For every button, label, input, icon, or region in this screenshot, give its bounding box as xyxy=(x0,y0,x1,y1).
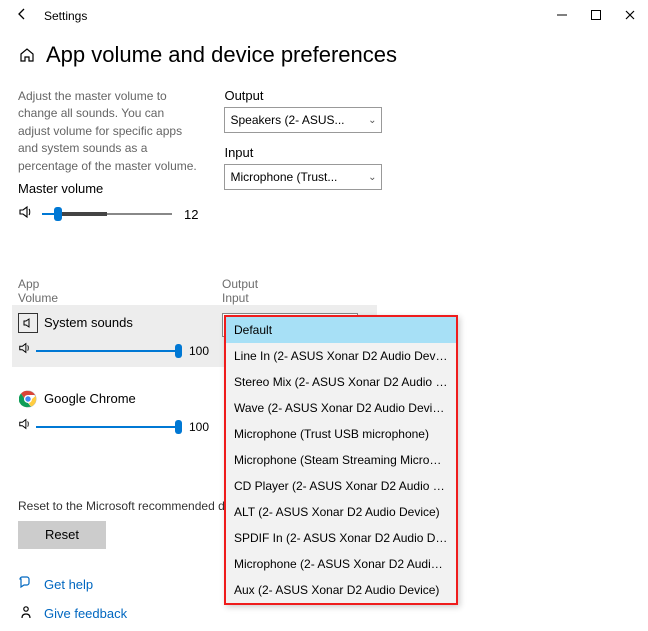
master-volume-slider[interactable] xyxy=(42,204,172,224)
reset-button[interactable]: Reset xyxy=(18,521,106,549)
input-label: Input xyxy=(224,145,382,160)
master-volume-value: 12 xyxy=(184,207,198,222)
chevron-down-icon: ⌄ xyxy=(368,115,376,126)
feedback-icon xyxy=(18,604,36,623)
master-volume-label: Master volume xyxy=(18,181,198,196)
app-volume-value: 100 xyxy=(189,344,209,358)
dropdown-option[interactable]: Stereo Mix (2- ASUS Xonar D2 Audio Devic… xyxy=(226,369,456,395)
dropdown-option[interactable]: SPDIF In (2- ASUS Xonar D2 Audio Device) xyxy=(226,525,456,551)
output-select-value: Speakers (2- ASUS... xyxy=(230,113,344,127)
dropdown-option[interactable]: Aux (2- ASUS Xonar D2 Audio Device) xyxy=(226,577,456,603)
get-help-link[interactable]: Get help xyxy=(44,577,93,592)
input-select-value: Microphone (Trust... xyxy=(230,170,337,184)
dropdown-option[interactable]: Line In (2- ASUS Xonar D2 Audio Device) xyxy=(226,343,456,369)
input-select[interactable]: Microphone (Trust... ⌄ xyxy=(224,164,382,190)
description-text: Adjust the master volume to change all s… xyxy=(18,88,198,175)
dropdown-option[interactable]: ALT (2- ASUS Xonar D2 Audio Device) xyxy=(226,499,456,525)
input-dropdown-list: DefaultLine In (2- ASUS Xonar D2 Audio D… xyxy=(224,315,458,605)
column-headers: App Volume Output Input xyxy=(18,277,630,305)
back-button[interactable] xyxy=(12,7,32,26)
chrome-icon xyxy=(18,389,38,409)
close-button[interactable] xyxy=(624,9,636,24)
minimize-button[interactable] xyxy=(556,9,568,24)
help-icon xyxy=(18,575,36,594)
maximize-button[interactable] xyxy=(590,9,602,24)
speaker-icon xyxy=(18,417,32,436)
dropdown-option[interactable]: Microphone (2- ASUS Xonar D2 Audio Devic… xyxy=(226,551,456,577)
home-icon[interactable] xyxy=(18,46,36,64)
give-feedback-link[interactable]: Give feedback xyxy=(44,606,127,621)
page-header: App volume and device preferences xyxy=(18,42,630,68)
dropdown-option[interactable]: Microphone (Steam Streaming Microphone) xyxy=(226,447,456,473)
window-controls xyxy=(556,9,636,24)
output-select[interactable]: Speakers (2- ASUS... ⌄ xyxy=(224,107,382,133)
dropdown-option[interactable]: Wave (2- ASUS Xonar D2 Audio Device) xyxy=(226,395,456,421)
app-volume-slider[interactable] xyxy=(36,417,181,437)
output-label: Output xyxy=(224,88,382,103)
chevron-down-icon: ⌄ xyxy=(368,172,376,183)
speaker-icon xyxy=(18,341,32,360)
system-sounds-icon xyxy=(18,313,38,333)
app-volume-value: 100 xyxy=(189,420,209,434)
speaker-icon xyxy=(18,204,36,225)
page-title: App volume and device preferences xyxy=(46,42,397,68)
app-volume-slider[interactable] xyxy=(36,341,181,361)
window-title: Settings xyxy=(44,9,87,23)
app-name: Google Chrome xyxy=(44,391,136,406)
app-name: System sounds xyxy=(44,315,133,330)
dropdown-option[interactable]: Microphone (Trust USB microphone) xyxy=(226,421,456,447)
dropdown-option[interactable]: CD Player (2- ASUS Xonar D2 Audio Device… xyxy=(226,473,456,499)
dropdown-option[interactable]: Default xyxy=(226,317,456,343)
titlebar: Settings xyxy=(0,0,648,32)
